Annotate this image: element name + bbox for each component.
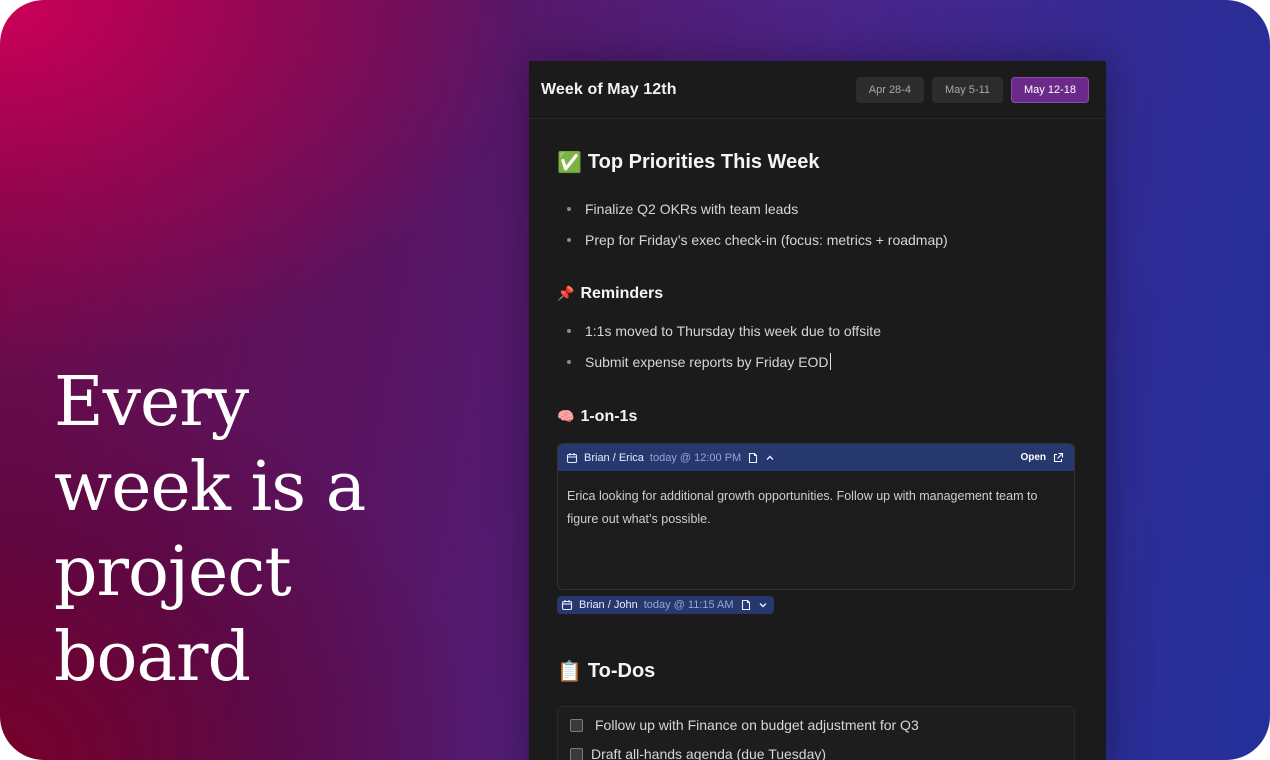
meeting-attendees: Brian / John (579, 599, 638, 611)
meeting-card-erica: Brian / Erica today @ 12:00 PM Open Eric… (557, 443, 1075, 590)
meeting-pill-john[interactable]: Brian / John today @ 11:15 AM (557, 596, 774, 614)
meeting-header-left: Brian / Erica today @ 12:00 PM (566, 452, 1020, 464)
hero-background: Every week is a project board Week of Ma… (0, 0, 1270, 760)
todos-heading-text: To-Dos (587, 659, 656, 682)
priorities-heading-text: Top Priorities This Week (587, 150, 820, 173)
headline-line-3: project (54, 533, 292, 612)
priorities-section: ✅ Top Priorities This Week (557, 150, 1073, 174)
todo-text: Draft all-hands agenda (due Tuesday) (591, 746, 827, 760)
todos-heading: 📋 To-Dos (557, 659, 1073, 683)
priorities-heading: ✅ Top Priorities This Week (557, 150, 1073, 174)
meeting-header[interactable]: Brian / Erica today @ 12:00 PM Open (558, 444, 1074, 471)
list-item[interactable]: 1:1s moved to Thursday this week due to … (557, 320, 1073, 351)
list-item[interactable]: Prep for Friday’s exec check-in (focus: … (557, 229, 1073, 260)
clipboard-emoji-icon: 📋 (557, 659, 582, 683)
checkbox-icon[interactable] (570, 718, 583, 732)
meeting-time: today @ 11:15 AM (643, 599, 734, 611)
calendar-icon (561, 599, 573, 611)
reminders-list: 1:1s moved to Thursday this week due to … (557, 320, 1073, 382)
hero-headline: Every week is a project board (54, 360, 474, 700)
priorities-list-wrap: Finalize Q2 OKRs with team leads Prep fo… (557, 198, 1073, 260)
reminders-heading: 📌 Reminders (557, 285, 1073, 303)
todo-item[interactable]: Follow up with Finance on budget adjustm… (570, 717, 919, 733)
tab-may-12[interactable]: May 12-18 (1011, 76, 1089, 103)
list-item-text: Submit expense reports by Friday EOD (585, 354, 829, 370)
pushpin-emoji-icon: 📌 (557, 286, 575, 302)
reminders-heading-text: Reminders (580, 285, 664, 302)
headline-line-1: Every (54, 363, 249, 442)
list-item[interactable]: Finalize Q2 OKRs with team leads (557, 198, 1073, 229)
chevron-down-icon[interactable] (758, 600, 768, 610)
reminders-list-wrap: 1:1s moved to Thursday this week due to … (557, 320, 1073, 382)
note-icon[interactable] (740, 599, 752, 611)
meeting-attendees: Brian / Erica (584, 451, 644, 464)
checkbox-icon[interactable] (570, 747, 583, 760)
brain-emoji-icon: 🧠 (557, 409, 575, 425)
tab-apr-28[interactable]: Apr 28-4 (855, 76, 924, 103)
todo-list: Follow up with Finance on budget adjustm… (557, 706, 1075, 760)
open-button[interactable]: Open (1020, 452, 1064, 464)
panel-topbar: Week of May 12th Apr 28-4 May 5-11 May 1… (529, 61, 1106, 119)
weekly-note-panel: Week of May 12th Apr 28-4 May 5-11 May 1… (529, 61, 1106, 760)
one-on-ones-heading-text: 1-on-1s (580, 408, 638, 425)
text-cursor (829, 353, 831, 370)
headline-line-2: week is a (54, 448, 366, 527)
external-link-icon (1052, 452, 1064, 464)
todos-section: 📋 To-Dos (557, 659, 1073, 683)
reminders-section: 📌 Reminders (557, 285, 1073, 303)
todo-text: Follow up with Finance on budget adjustm… (595, 717, 919, 733)
open-label: Open (1020, 452, 1046, 463)
one-on-ones-heading: 🧠 1-on-1s (557, 408, 1073, 426)
check-emoji-icon: ✅ (557, 150, 582, 174)
list-item[interactable]: Submit expense reports by Friday EOD (557, 351, 1073, 382)
tab-may-5[interactable]: May 5-11 (931, 76, 1004, 103)
week-title: Week of May 12th (541, 80, 677, 98)
headline-line-4: board (54, 618, 251, 697)
note-icon[interactable] (747, 452, 759, 464)
chevron-up-icon[interactable] (765, 453, 775, 463)
priorities-list: Finalize Q2 OKRs with team leads Prep fo… (557, 198, 1073, 260)
calendar-icon (566, 452, 578, 464)
meeting-notes[interactable]: Erica looking for additional growth oppo… (558, 471, 1074, 545)
week-tabs: Apr 28-4 May 5-11 May 12-18 (855, 76, 1089, 103)
meeting-time: today @ 12:00 PM (649, 451, 742, 464)
todo-item[interactable]: Draft all-hands agenda (due Tuesday) (570, 746, 826, 760)
one-on-ones-section: 🧠 1-on-1s (557, 408, 1073, 426)
